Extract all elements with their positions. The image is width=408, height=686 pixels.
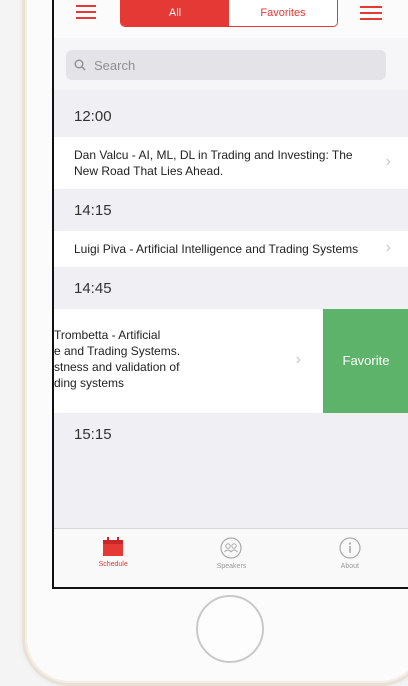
chevron-right-icon: › (385, 153, 391, 170)
search-icon (74, 59, 86, 71)
menu-icon[interactable] (76, 5, 96, 19)
time-header: 15:15 (54, 413, 408, 455)
tab-about[interactable]: About (291, 529, 408, 587)
tab-bar: Schedule Speakers About (54, 528, 408, 587)
chevron-right-icon: › (385, 239, 391, 256)
talk-row[interactable]: Dan Valcu - AI, ML, DL in Trading and In… (54, 137, 408, 189)
segmented-control: All Favorites (120, 0, 338, 27)
tab-label: Speakers (216, 563, 247, 570)
talk-title: Dan Valcu - AI, ML, DL in Trading and In… (74, 148, 353, 178)
time-header: 14:45 (54, 267, 408, 309)
tab-speakers[interactable]: Speakers (172, 529, 290, 587)
home-button[interactable] (196, 595, 264, 663)
search-bar (54, 38, 408, 90)
calendar-icon (103, 537, 124, 556)
schedule-list: 12:00 Dan Valcu - AI, ML, DL in Trading … (54, 95, 408, 455)
filter-icon[interactable] (360, 6, 382, 20)
navigation-bar: All Favorites (54, 0, 408, 38)
favorite-swipe-button[interactable]: Favorite (323, 309, 408, 413)
time-header: 14:15 (54, 189, 408, 231)
tab-schedule[interactable]: Schedule (54, 529, 172, 587)
search-input[interactable] (92, 56, 376, 74)
speakers-icon (220, 537, 243, 559)
segment-all[interactable]: All (121, 0, 229, 26)
talk-row[interactable]: Luigi Piva - Artificial Intelligence and… (54, 231, 408, 267)
chevron-right-icon: › (295, 351, 301, 368)
info-icon (339, 537, 361, 559)
talk-title: Luigi Piva - Artificial Intelligence and… (74, 242, 359, 256)
talk-row-swiped[interactable]: Trombetta - Artificial e and Trading Sys… (54, 309, 408, 413)
search-field[interactable] (66, 50, 386, 80)
time-header: 12:00 (54, 95, 408, 137)
tab-label: Schedule (98, 561, 128, 568)
tab-label: About (340, 563, 359, 570)
segment-favorites[interactable]: Favorites (229, 0, 337, 26)
app-screen: All Favorites 12:00 Dan Valcu - AI, ML, … (52, 0, 408, 589)
talk-title: Trombetta - Artificial e and Trading Sys… (54, 328, 181, 390)
